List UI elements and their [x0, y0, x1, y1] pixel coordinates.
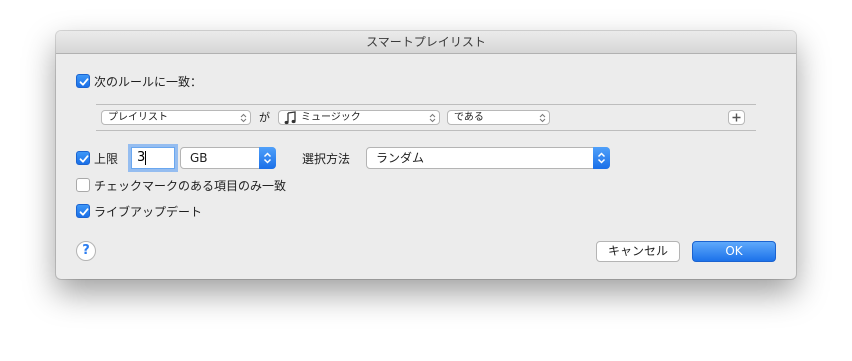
- rule-connector: が: [259, 111, 270, 124]
- rule-value-popup[interactable]: ミュージック: [278, 110, 440, 125]
- limit-unit-stepper: [259, 147, 276, 169]
- limit-checkbox[interactable]: [76, 151, 90, 165]
- checked-only-label: チェックマークのある項目のみ一致: [94, 179, 287, 193]
- dialog-title: スマートプレイリスト: [56, 31, 796, 54]
- plus-icon: [732, 113, 741, 122]
- checkmark-icon: [79, 78, 89, 86]
- updown-arrows-icon: [263, 152, 272, 164]
- music-note-icon: [284, 111, 296, 125]
- updown-arrows-icon: [597, 152, 606, 164]
- rule-value-text: ミュージック: [301, 112, 361, 123]
- checkmark-icon: [79, 155, 89, 163]
- match-rules-checkbox[interactable]: [76, 74, 90, 88]
- add-rule-button[interactable]: [728, 110, 745, 125]
- live-update-label: ライブアップデート: [94, 205, 203, 219]
- selected-by-label: 選択方法: [302, 152, 351, 166]
- selected-by-select[interactable]: ランダム: [366, 147, 610, 169]
- rule-field-value: プレイリスト: [108, 112, 168, 123]
- ok-button[interactable]: OK: [692, 241, 776, 262]
- limit-unit-value: GB: [190, 151, 208, 165]
- limit-value-input[interactable]: 3: [131, 147, 175, 169]
- rule-operator-value: である: [454, 112, 484, 123]
- limit-unit-select[interactable]: GB: [180, 147, 276, 169]
- rule-field-popup[interactable]: プレイリスト: [101, 110, 251, 125]
- help-button[interactable]: ?: [76, 241, 96, 261]
- text-cursor: [145, 150, 147, 165]
- smart-playlist-dialog: スマートプレイリスト 次のルールに一致： プレイリスト が ミュージック である…: [56, 31, 796, 279]
- updown-arrows-icon: [429, 113, 436, 123]
- cancel-button[interactable]: キャンセル: [596, 241, 680, 262]
- limit-label: 上限: [94, 152, 119, 166]
- limit-value-text: 3: [137, 150, 146, 165]
- live-update-checkbox[interactable]: [76, 204, 90, 218]
- rule-operator-popup[interactable]: である: [447, 110, 550, 125]
- checked-only-checkbox[interactable]: [76, 178, 90, 192]
- match-rules-label: 次のルールに一致：: [94, 75, 203, 89]
- selected-by-stepper: [593, 147, 610, 169]
- updown-arrows-icon: [240, 113, 247, 123]
- rule-row: プレイリスト が ミュージック である: [96, 104, 756, 131]
- updown-arrows-icon: [539, 113, 546, 123]
- checkmark-icon: [79, 208, 89, 216]
- selected-by-value: ランダム: [376, 151, 425, 165]
